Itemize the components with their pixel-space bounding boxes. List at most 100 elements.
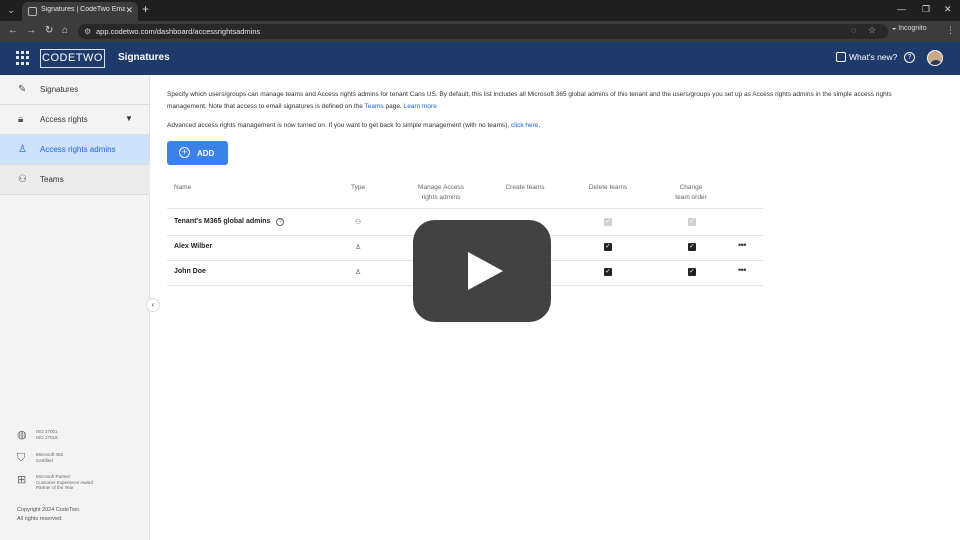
eye-off-icon[interactable]: ◌ [851,25,856,35]
person-icon: ♙ [18,144,27,155]
intro-line-2: management. Note that access to email si… [167,102,365,110]
sidebar-item-label: Signatures [40,85,79,94]
url-text: app.codetwo.com/dashboard/accessrightsad… [96,27,261,36]
teams-link[interactable]: Teams [365,103,384,110]
tab-title: Signatures | CodeTwo Email Signatures [41,6,125,13]
delete-teams-checkbox[interactable]: ✓ [604,268,612,276]
iso-globe-icon: ◍ [17,429,27,441]
cert-line: Microsoft Partner [36,474,71,479]
sidebar-item-label: Access rights [40,115,88,124]
header-line: team order [675,194,707,201]
incognito-label: Incognito [898,25,927,32]
back-icon[interactable]: ← [8,25,18,36]
url-field[interactable]: ⚙ app.codetwo.com/dashboard/accessrights… [78,24,888,39]
add-button[interactable]: + ADD [167,141,228,165]
change-order-checkbox[interactable]: ✓ [688,268,696,276]
sidebar-item-label: Teams [40,175,64,184]
cert-line: Partner of the Year [36,485,74,490]
learn-more-link[interactable]: Learn more [404,103,437,110]
home-icon[interactable]: ⌂ [62,25,68,36]
minimize-icon[interactable]: — [897,4,906,14]
column-header-manage: Manage Access rights admins [405,183,477,203]
shield-check-icon: ⛉ [17,452,26,464]
address-bar-row: ← → ↻ ⌂ ⚙ app.codetwo.com/dashboard/acce… [0,21,960,42]
header-divider [167,208,763,209]
cert-line: ISO 27001 [36,429,58,434]
click-here-link[interactable]: click here [511,122,538,129]
delete-teams-checkbox[interactable]: ✓ [604,243,612,251]
favicon-icon [28,7,37,16]
user-icon: ♙ [354,269,362,276]
window-close-icon[interactable]: ✕ [944,4,952,15]
bookmark-star-icon[interactable]: ☆ [868,25,876,36]
intro-line-1: Specify which users/groups can manage te… [167,91,892,98]
change-order-checkbox: ✓ [688,218,696,226]
cert-line: Certified [36,457,53,463]
cert-line: Customer Experience Award [36,479,93,485]
app-header: CODETWO Signatures What's new? ? [0,42,960,75]
column-header-change-order: Change team order [661,183,721,203]
new-tab-icon[interactable]: + [142,2,149,16]
intro-line-2-end: page. [383,102,404,110]
whats-new-label: What's new? [849,52,898,62]
microsoft-logo-icon: ⊞ [17,474,27,486]
advanced-notice: Advanced access rights management is now… [167,120,540,132]
tab-search-icon[interactable]: ⌄ [4,3,18,17]
video-play-button[interactable] [413,220,551,322]
sidebar-item-access-rights-admins[interactable]: ♙ Access rights admins [0,135,150,165]
group-icon: ⚇ [354,219,362,226]
avatar[interactable] [927,50,943,66]
forward-icon[interactable]: → [26,25,36,36]
intro-text: Specify which users/groups can manage te… [167,89,957,112]
help-icon[interactable]: ? [904,52,915,63]
copyright: Copyright 2024 CodeTwo. All rights reser… [17,506,81,524]
cert-line: ISO 27018 [36,434,58,440]
team-icon: ⚇ [18,174,27,185]
table-row-name: John Doe [174,268,206,275]
gift-icon [836,52,846,62]
browser-tab[interactable]: Signatures | CodeTwo Email Signatures ✕ [22,2,138,21]
column-header-delete: Delete teams [588,184,628,191]
table-row-name: Tenant's M365 global admins? [174,218,285,226]
lock-icon: 🔒︎ [18,114,24,125]
app-name: Signatures [118,52,170,63]
sidebar-item-access-rights[interactable]: 🔒︎ Access rights ▼ [0,105,150,135]
advanced-text: Advanced access rights management is now… [167,122,511,129]
rights-text: All rights reserved. [17,516,63,522]
codetwo-logo[interactable]: CODETWO [40,49,105,68]
copyright-text: Copyright 2024 CodeTwo. [17,507,81,513]
caret-down-icon: ▼ [125,114,133,123]
delete-teams-checkbox: ✓ [604,218,612,226]
reload-icon[interactable]: ↻ [45,25,53,36]
advanced-end: . [538,122,541,129]
header-line: Change [679,184,703,191]
cert-line: Microsoft 365 [36,452,64,457]
signature-icon: ✎ [18,84,27,95]
collapse-sidebar-icon[interactable]: ‹ [146,298,160,312]
add-button-label: ADD [197,149,215,158]
column-header-create: Create teams [505,184,545,191]
header-line: rights admins [421,194,461,201]
question-icon[interactable]: ? [276,218,285,226]
browser-tab-bar: ⌄ Signatures | CodeTwo Email Signatures … [0,0,960,21]
user-icon: ♙ [354,244,362,251]
sidebar: ✎ Signatures 🔒︎ Access rights ▼ ♙ Access… [0,75,150,540]
change-order-checkbox[interactable]: ✓ [688,243,696,251]
column-header-name: Name [174,184,192,191]
column-header-type: Type [350,184,366,191]
browser-menu-icon[interactable]: ⋮ [946,25,955,36]
sidebar-item-label: Access rights admins [40,145,116,154]
restore-icon[interactable]: ❐ [922,4,930,15]
sidebar-item-teams[interactable]: ⚇ Teams [0,165,150,195]
table-row-name: Alex Wilber [174,243,213,250]
tab-close-icon[interactable]: ✕ [125,5,133,16]
whats-new-button[interactable]: What's new? [836,52,897,62]
plus-icon: + [179,147,190,158]
more-options-icon[interactable]: ••• [738,240,746,250]
app-launcher-icon[interactable] [16,51,30,65]
more-options-icon[interactable]: ••• [738,265,746,275]
sidebar-item-signatures[interactable]: ✎ Signatures [0,75,150,105]
site-info-icon[interactable]: ⚙ [84,27,91,36]
incognito-badge[interactable]: ◒ Incognito [892,25,927,32]
sidebar-divider [0,194,150,195]
